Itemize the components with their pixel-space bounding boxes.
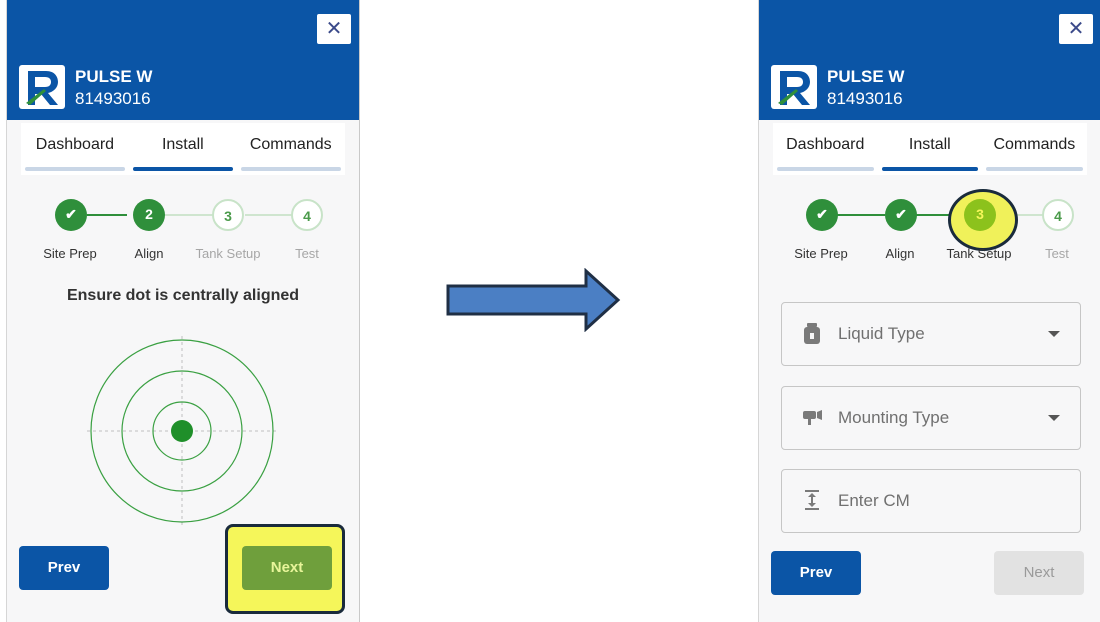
- close-button[interactable]: ✕: [317, 14, 351, 44]
- check-icon: ✔: [65, 206, 77, 222]
- vertical-resize-icon: [805, 490, 819, 510]
- step-label: Align: [134, 246, 164, 261]
- close-icon: ✕: [325, 18, 343, 40]
- step-label: Tank Setup: [195, 246, 261, 261]
- tab-indicator: [986, 167, 1083, 171]
- tab-install[interactable]: Install: [129, 123, 237, 175]
- prev-button[interactable]: Prev: [19, 546, 109, 590]
- device-id: 81493016: [75, 89, 151, 108]
- step-label: Tank Setup: [946, 246, 1012, 261]
- tab-indicator: [881, 167, 979, 171]
- enter-cm-input[interactable]: Enter CM: [781, 469, 1081, 533]
- step-tank-setup[interactable]: 3: [212, 199, 244, 231]
- tab-label: Commands: [993, 136, 1076, 153]
- tab-indicator: [132, 167, 233, 171]
- step-site-prep[interactable]: ✔: [55, 199, 87, 231]
- tab-label: Install: [161, 136, 204, 153]
- next-button[interactable]: Next: [994, 551, 1084, 595]
- step-align[interactable]: ✔: [885, 199, 917, 231]
- step-label: Site Prep: [794, 246, 848, 261]
- right-install-panel: ✕ PULSE W 81493016 Dashboard Install Com…: [758, 0, 1100, 622]
- sensor-mount-icon: [803, 410, 822, 425]
- step-label: Align: [885, 246, 915, 261]
- tab-bar: Dashboard Install Commands: [21, 123, 345, 175]
- alignment-dot: [171, 420, 193, 442]
- tab-label: Dashboard: [786, 136, 865, 153]
- install-stepper: ✔ ✔ 3 4 Site Prep Align Tank Setup Test: [759, 189, 1100, 265]
- device-name: PULSE W: [75, 67, 153, 86]
- tab-commands[interactable]: Commands: [237, 123, 345, 175]
- chevron-down-icon: [1048, 415, 1060, 421]
- step-test[interactable]: 4: [1042, 199, 1074, 231]
- step-connector: [837, 214, 885, 216]
- next-button[interactable]: Next: [242, 546, 332, 590]
- close-icon: ✕: [1067, 18, 1085, 40]
- enter-cm-placeholder: Enter CM: [838, 491, 910, 510]
- tab-indicator: [777, 167, 874, 171]
- tab-indicator: [240, 167, 341, 171]
- check-icon: ✔: [895, 206, 907, 222]
- device-id: 81493016: [827, 89, 903, 108]
- liquid-type-placeholder: Liquid Type: [838, 324, 925, 343]
- tab-indicator: [25, 167, 125, 171]
- step-align[interactable]: 2: [133, 199, 165, 231]
- tab-dashboard[interactable]: Dashboard: [21, 123, 129, 175]
- step-test[interactable]: 4: [291, 199, 323, 231]
- liquid-bottle-icon: [804, 323, 820, 344]
- alignment-target: [87, 336, 277, 526]
- chevron-down-icon: [1048, 331, 1060, 337]
- tab-dashboard[interactable]: Dashboard: [773, 123, 878, 175]
- device-name: PULSE W: [827, 67, 905, 86]
- tab-label: Commands: [249, 136, 332, 153]
- step-label: Test: [295, 246, 319, 261]
- prev-button[interactable]: Prev: [771, 551, 861, 595]
- mounting-type-dropdown[interactable]: Mounting Type: [781, 386, 1081, 450]
- step-tank-setup[interactable]: 3: [964, 199, 996, 231]
- liquid-type-dropdown[interactable]: Liquid Type: [781, 302, 1081, 366]
- app-logo: [771, 65, 817, 109]
- left-install-panel: ✕ PULSE W 81493016 Dashboard Install Com…: [6, 0, 360, 622]
- step-label: Test: [1045, 246, 1069, 261]
- right-arrow-icon: [446, 268, 621, 332]
- step-connector: [87, 214, 127, 216]
- step-connector: [165, 214, 213, 216]
- app-logo: [19, 65, 65, 109]
- mounting-type-placeholder: Mounting Type: [838, 408, 950, 427]
- panel-header: ✕ PULSE W 81493016: [7, 0, 359, 120]
- install-stepper: ✔ 2 3 4 Site Prep Align Tank Setup Test: [7, 195, 359, 265]
- step-connector: [245, 214, 295, 216]
- tab-install[interactable]: Install: [878, 123, 983, 175]
- close-button[interactable]: ✕: [1059, 14, 1093, 44]
- panel-header: ✕ PULSE W 81493016: [759, 0, 1100, 120]
- tab-commands[interactable]: Commands: [982, 123, 1087, 175]
- alignment-instruction: Ensure dot is centrally aligned: [66, 287, 300, 304]
- tab-label: Install: [908, 136, 951, 153]
- step-site-prep[interactable]: ✔: [806, 199, 838, 231]
- check-icon: ✔: [816, 206, 828, 222]
- tab-label: Dashboard: [35, 136, 115, 153]
- step-label: Site Prep: [43, 246, 97, 261]
- tab-bar: Dashboard Install Commands: [773, 123, 1087, 175]
